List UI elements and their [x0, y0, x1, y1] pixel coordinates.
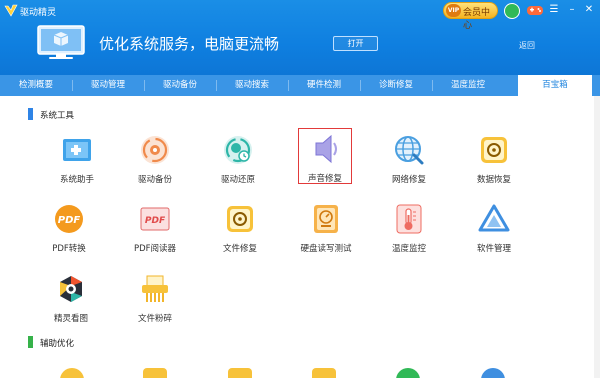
- sound-repair-icon: [315, 134, 337, 164]
- tool-label: PDF转换: [52, 244, 86, 254]
- app-name: 驱动精灵: [20, 8, 57, 18]
- tool-label: 声音修复: [307, 174, 342, 184]
- partial-tool-icon: [60, 368, 84, 378]
- monitor-icon: [37, 25, 85, 59]
- tab-driver-manage[interactable]: 驱动管理: [72, 75, 144, 96]
- tool-file-shredder[interactable]: 文件粉碎: [115, 268, 195, 332]
- tab-hardware-check[interactable]: 硬件检测: [288, 75, 360, 96]
- tool-label: PDF阅读器: [133, 244, 177, 254]
- tool-temperature[interactable]: 温度监控: [369, 198, 449, 262]
- partial-tool-icon: [228, 368, 252, 378]
- file-repair-icon: [227, 206, 253, 232]
- file-shredder-icon: [142, 275, 168, 302]
- tool-software-manager[interactable]: 软件管理: [454, 198, 534, 262]
- tool-label: 文件粉碎: [137, 314, 172, 324]
- menu-icon[interactable]: ☰: [547, 3, 561, 17]
- tool-image-viewer[interactable]: 精灵看图: [31, 268, 111, 332]
- tool-driver-backup[interactable]: 驱动备份: [115, 129, 195, 193]
- partial-tool-row: [0, 360, 594, 378]
- tool-label: 精灵看图: [53, 314, 88, 324]
- open-button[interactable]: 打开: [333, 36, 378, 51]
- partial-tool-icon: [481, 368, 505, 378]
- tool-label: 驱动还原: [220, 175, 255, 185]
- software-manager-icon: [478, 204, 510, 232]
- mascot-icon[interactable]: [504, 3, 520, 19]
- minimize-button[interactable]: –: [565, 3, 579, 17]
- tab-driver-search[interactable]: 驱动搜索: [216, 75, 288, 96]
- tool-sound-repair[interactable]: 声音修复: [285, 128, 365, 192]
- banner-slogan: 优化系统服务，电脑更流畅: [99, 35, 280, 53]
- pdf-reader-icon: PDF: [140, 207, 170, 231]
- tool-system-assistant[interactable]: 系统助手: [37, 129, 117, 193]
- tab-temperature[interactable]: 温度监控: [432, 75, 504, 96]
- vip-badge: VIP: [446, 4, 461, 17]
- close-button[interactable]: ✕: [582, 3, 596, 17]
- tool-pdf-reader[interactable]: PDF PDF阅读器: [115, 198, 195, 262]
- thermometer-icon: [396, 204, 422, 234]
- tool-label: 数据恢复: [476, 175, 511, 185]
- system-assistant-icon: [63, 139, 91, 161]
- driver-backup-icon: [141, 136, 169, 164]
- header-banner: 驱动精灵 VIP 会员中心 ☰ – ✕ 优化系统服务，电脑更流畅 打开 返回: [0, 0, 600, 75]
- tool-label: 驱动备份: [137, 175, 172, 185]
- section-title-system-tools: 系统工具: [40, 111, 75, 121]
- tool-label: 文件修复: [222, 244, 257, 254]
- driver-restore-icon: [224, 136, 252, 164]
- tab-driver-backup[interactable]: 驱动备份: [144, 75, 216, 96]
- section-title-auxiliary-optimization: 辅助优化: [40, 339, 75, 349]
- svg-text:PDF: PDF: [145, 216, 166, 226]
- vip-center-button[interactable]: VIP 会员中心: [443, 2, 498, 31]
- partial-tool-icon: [143, 368, 167, 378]
- tool-label: 硬盘读写测试: [300, 244, 352, 254]
- game-controller-icon[interactable]: [526, 4, 544, 17]
- image-viewer-icon: [60, 276, 82, 302]
- section-marker: [28, 108, 33, 120]
- partial-tool-icon: [312, 368, 336, 378]
- scrollbar[interactable]: [594, 96, 600, 378]
- back-link[interactable]: 返回: [519, 40, 535, 51]
- title-bar: 驱动精灵 VIP 会员中心 ☰ – ✕: [0, 0, 600, 31]
- tool-file-repair[interactable]: 文件修复: [200, 198, 280, 262]
- tab-overview[interactable]: 检测概要: [0, 75, 72, 96]
- tool-label: 网络修复: [391, 175, 426, 185]
- tool-label: 温度监控: [391, 244, 426, 254]
- disk-test-icon: [314, 205, 338, 233]
- pdf-convert-icon: PDF: [55, 205, 83, 233]
- tool-label: 系统助手: [59, 175, 94, 185]
- tool-pdf-convert[interactable]: PDF PDF转换: [29, 198, 109, 262]
- tab-diagnose-repair[interactable]: 诊断修复: [360, 75, 432, 96]
- tool-network-repair[interactable]: 网络修复: [369, 129, 449, 193]
- partial-tool-icon: [396, 368, 420, 378]
- tool-driver-restore[interactable]: 驱动还原: [198, 129, 278, 193]
- section-marker: [28, 336, 33, 348]
- tool-disk-test[interactable]: 硬盘读写测试: [286, 198, 366, 262]
- tool-label: 软件管理: [476, 244, 511, 254]
- app-logo-icon: [4, 4, 18, 17]
- network-repair-icon: [395, 136, 424, 165]
- tab-toolbox[interactable]: 百宝箱: [518, 75, 592, 96]
- vip-center-label: 会员中心: [463, 8, 491, 31]
- data-recovery-icon: [481, 137, 507, 163]
- tool-data-recovery[interactable]: 数据恢复: [454, 129, 534, 193]
- svg-text:PDF: PDF: [58, 215, 81, 226]
- main-nav: 检测概要 驱动管理 驱动备份 驱动搜索 硬件检测 诊断修复 温度监控 百宝箱: [0, 75, 600, 96]
